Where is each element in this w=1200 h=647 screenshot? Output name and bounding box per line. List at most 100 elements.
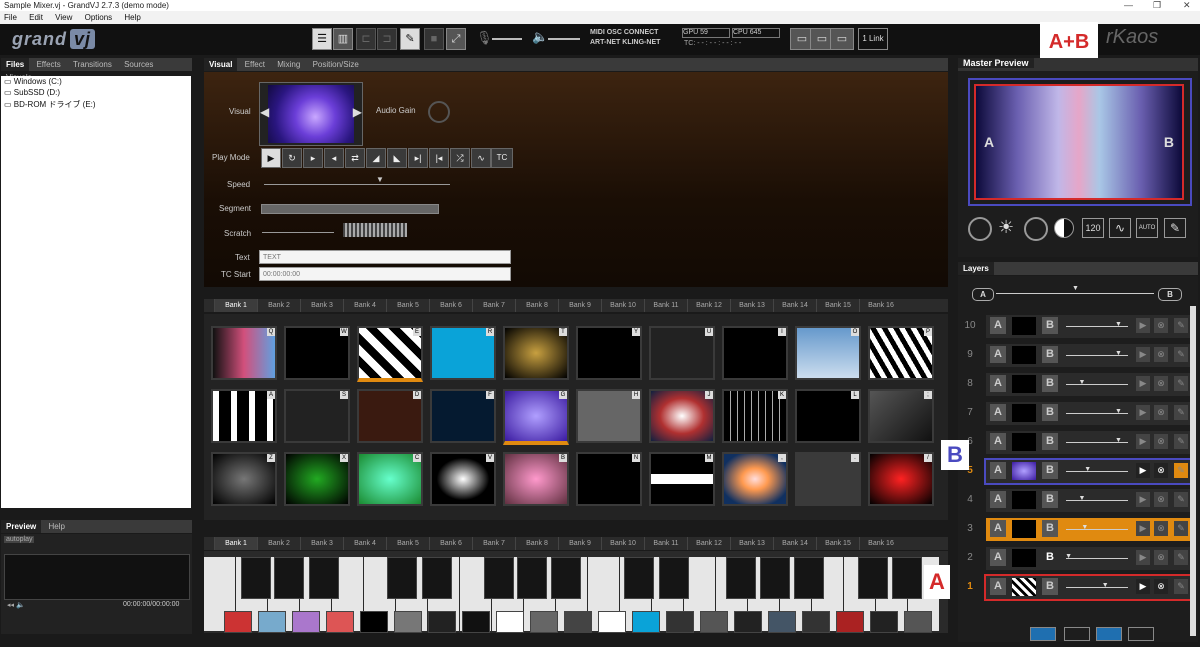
layer-row[interactable]: A B ▼ ▶ ⊗ ✎ bbox=[986, 402, 1190, 425]
bank-tab[interactable]: Bank 3 bbox=[300, 537, 343, 550]
visual-slot[interactable]: / bbox=[868, 452, 934, 506]
bank-tab[interactable]: Bank 8 bbox=[515, 537, 558, 550]
bank-tab[interactable]: Bank 4 bbox=[343, 299, 386, 312]
layer-edit-icon[interactable]: ✎ bbox=[1174, 318, 1188, 333]
speaker-icon[interactable]: ◂◂ 🔈 bbox=[7, 601, 25, 609]
speaker-icon[interactable]: 🔈 bbox=[532, 29, 548, 45]
bank-tab[interactable]: Bank 3 bbox=[300, 299, 343, 312]
layer-a-button[interactable]: A bbox=[990, 578, 1006, 595]
layer-thumbnail[interactable] bbox=[1012, 491, 1036, 509]
tab-layers[interactable]: Layers bbox=[958, 262, 994, 275]
previous-visual-icon[interactable]: ◀ bbox=[260, 105, 269, 119]
visual-slot[interactable]: J bbox=[649, 389, 715, 443]
layer-opacity-fader[interactable] bbox=[1066, 558, 1128, 559]
bank-tab[interactable]: Bank 15 bbox=[816, 537, 859, 550]
audio-analysis-icon[interactable]: ∿ bbox=[1109, 218, 1131, 238]
forward-icon[interactable]: ▸ bbox=[303, 148, 323, 168]
stop-icon[interactable]: ■ bbox=[424, 28, 444, 50]
visual-slot[interactable]: W bbox=[284, 326, 350, 380]
menu-edit[interactable]: Edit bbox=[29, 13, 43, 22]
layer-row[interactable]: A B ▼ ▶ ⊗ ✎ bbox=[986, 373, 1190, 396]
black-key[interactable] bbox=[274, 557, 304, 599]
bank-tab[interactable]: Bank 5 bbox=[386, 299, 429, 312]
speed-slider[interactable] bbox=[264, 184, 450, 185]
visual-slot[interactable]: M bbox=[649, 452, 715, 506]
visual-thumbnail[interactable] bbox=[224, 611, 252, 633]
bank-tab[interactable]: Bank 15 bbox=[816, 299, 859, 312]
visual-slot[interactable]: U bbox=[649, 326, 715, 380]
visual-slot[interactable]: , bbox=[722, 452, 788, 506]
layer-b-button[interactable]: B bbox=[1042, 317, 1058, 334]
bank-tab[interactable]: Bank 7 bbox=[472, 537, 515, 550]
visual-slot[interactable]: I bbox=[722, 326, 788, 380]
visual-slot[interactable]: T bbox=[503, 326, 569, 380]
bank-tab[interactable]: Bank 8 bbox=[515, 299, 558, 312]
autoplay-toggle[interactable]: autoplay bbox=[4, 536, 35, 543]
layer-a-button[interactable]: A bbox=[990, 375, 1006, 392]
visual-thumbnail[interactable] bbox=[870, 611, 898, 633]
layer-fader-handle[interactable]: ▼ bbox=[1102, 582, 1109, 589]
close-icon[interactable]: ✕ bbox=[1183, 0, 1191, 11]
layer-a-button[interactable]: A bbox=[990, 462, 1006, 479]
black-key[interactable] bbox=[422, 557, 452, 599]
black-key[interactable] bbox=[309, 557, 339, 599]
black-key[interactable] bbox=[760, 557, 790, 599]
visual-thumbnail[interactable] bbox=[462, 611, 490, 633]
menu-file[interactable]: File bbox=[4, 13, 17, 22]
layer-thumbnail[interactable] bbox=[1012, 578, 1036, 596]
tab-sources[interactable]: Sources bbox=[119, 58, 158, 71]
menu-help[interactable]: Help bbox=[124, 13, 140, 22]
visual-slot[interactable]: ; bbox=[868, 389, 934, 443]
bank-tab[interactable]: Bank 6 bbox=[429, 299, 472, 312]
layer-opacity-fader[interactable] bbox=[1066, 500, 1128, 501]
link-button[interactable]: 1 Link bbox=[858, 28, 888, 50]
output-layout-3-icon[interactable]: ▭ bbox=[830, 28, 854, 50]
layer-row[interactable]: A B ▼ ▶ ⊗ ✎ bbox=[986, 489, 1190, 512]
next-visual-icon[interactable]: ▶ bbox=[353, 105, 362, 119]
layer-clear-icon[interactable]: ⊗ bbox=[1154, 492, 1168, 507]
bank-tab[interactable]: Bank 13 bbox=[730, 537, 773, 550]
layer-clear-icon[interactable]: ⊗ bbox=[1154, 579, 1168, 594]
visual-thumbnail[interactable] bbox=[360, 611, 388, 633]
layer-play-icon[interactable]: ▶ bbox=[1136, 521, 1150, 536]
tab-preview[interactable]: Preview bbox=[1, 520, 42, 533]
layer-thumbnail[interactable] bbox=[1012, 346, 1036, 364]
bank-tab[interactable]: Bank 9 bbox=[558, 299, 601, 312]
mode-3-icon[interactable] bbox=[1096, 627, 1122, 641]
layer-clear-icon[interactable]: ⊗ bbox=[1154, 521, 1168, 536]
contrast-knob[interactable] bbox=[1024, 217, 1048, 241]
layer-edit-icon[interactable]: ✎ bbox=[1174, 521, 1188, 536]
visual-slot[interactable]: F bbox=[430, 389, 496, 443]
layer-a-button[interactable]: A bbox=[990, 404, 1006, 421]
layer-opacity-fader[interactable] bbox=[1066, 384, 1128, 385]
bank-tab[interactable]: Bank 1 bbox=[214, 537, 257, 550]
layer-row[interactable]: A B ▼ ▶ ⊗ ✎ bbox=[984, 458, 1192, 485]
crossfader-handle[interactable]: ▼ bbox=[1072, 285, 1079, 292]
layer-play-icon[interactable]: ▶ bbox=[1136, 318, 1150, 333]
visual-slot[interactable]: V bbox=[430, 452, 496, 506]
bank-tab[interactable]: Bank 2 bbox=[257, 537, 300, 550]
visual-slot[interactable]: Q bbox=[211, 326, 277, 380]
tab-master-preview[interactable]: Master Preview bbox=[958, 58, 1034, 68]
bank-tab[interactable]: Bank 14 bbox=[773, 299, 816, 312]
black-key[interactable] bbox=[484, 557, 514, 599]
layer-edit-icon[interactable]: ✎ bbox=[1174, 579, 1188, 594]
layer-clear-icon[interactable]: ⊗ bbox=[1154, 550, 1168, 565]
visual-thumbnail[interactable] bbox=[598, 611, 626, 633]
visual-thumbnail[interactable] bbox=[904, 611, 932, 633]
layer-a-button[interactable]: A bbox=[990, 317, 1006, 334]
visual-thumbnail[interactable] bbox=[428, 611, 456, 633]
tab-help[interactable]: Help bbox=[43, 520, 69, 533]
visual-slot[interactable]: P bbox=[868, 326, 934, 380]
layer-clear-icon[interactable]: ⊗ bbox=[1154, 405, 1168, 420]
master-level-knob[interactable] bbox=[968, 217, 992, 241]
segment-slider[interactable] bbox=[261, 204, 439, 214]
layer-fader-handle[interactable]: ▼ bbox=[1115, 321, 1122, 328]
layer-play-icon[interactable]: ▶ bbox=[1136, 405, 1150, 420]
visual-thumbnail[interactable] bbox=[836, 611, 864, 633]
audio-gain-knob[interactable] bbox=[428, 101, 450, 123]
tab-visual[interactable]: Visual bbox=[204, 58, 238, 71]
bank-tab[interactable]: Bank 16 bbox=[859, 537, 902, 550]
timecode-button[interactable]: TC bbox=[491, 148, 513, 168]
layer-b-button[interactable]: B bbox=[1042, 433, 1058, 450]
